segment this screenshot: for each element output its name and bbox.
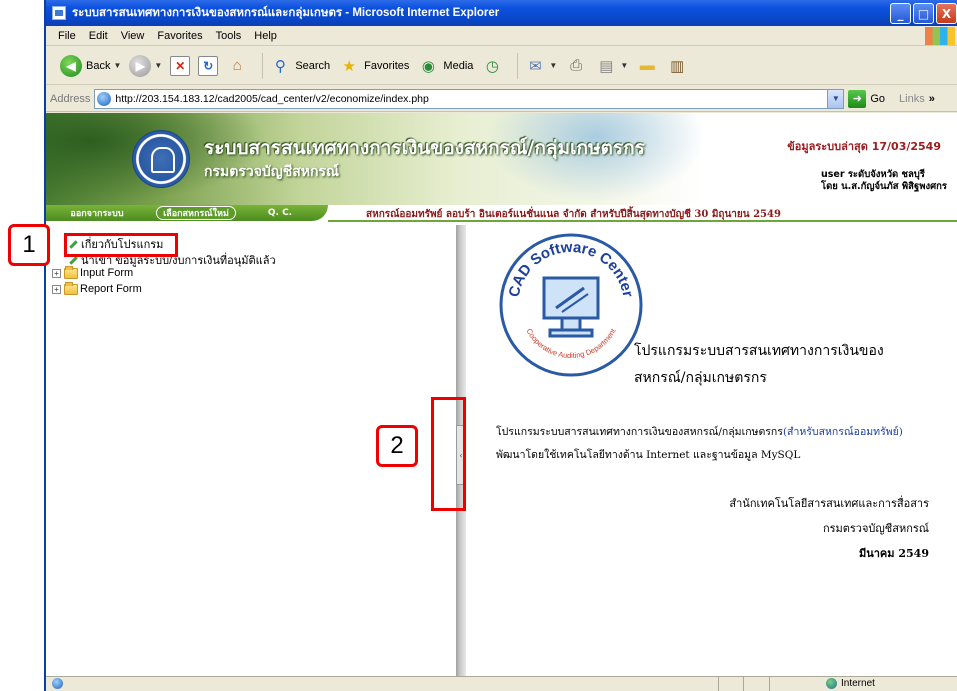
print-icon: ⎙ <box>570 57 583 74</box>
home-icon: ⌂ <box>232 57 242 74</box>
menu-tools[interactable]: Tools <box>216 30 242 42</box>
maximize-button[interactable]: □ <box>913 3 934 24</box>
menu-bar: File Edit View Favorites Tools Help <box>46 26 957 46</box>
refresh-icon: ↻ <box>198 55 219 76</box>
highlight-box-2 <box>431 397 466 511</box>
nav-bar: ออกจากระบบ เลือกสหกรณ์ใหม่ Q. C. สหกรณ์อ… <box>46 205 957 222</box>
org-department: กรมตรวจบัญชีสหกรณ์ <box>822 522 929 535</box>
menu-edit[interactable]: Edit <box>89 30 108 42</box>
search-button[interactable]: ⚲ Search <box>269 55 330 77</box>
forward-arrow-icon: ▶ <box>129 54 152 77</box>
user-info: user ระดับจังหวัด ชลบุรี โดย น.ส.กัญจ์นภ… <box>821 169 947 193</box>
callout-2: 2 <box>376 425 418 467</box>
organization-info: สำนักเทคโนโลยีสารสนเทศและการสื่อสาร กรมต… <box>729 491 929 566</box>
user-level: user ระดับจังหวัด ชลบุรี <box>820 169 925 180</box>
history-icon: ◷ <box>485 57 499 75</box>
toolbar-separator <box>517 52 519 79</box>
back-dropdown-icon[interactable]: ▼ <box>113 61 121 70</box>
refresh-button[interactable]: ↻ <box>198 55 219 76</box>
browser-window: ระบบสารสนเทศทางการเงินของสหกรณ์และกลุ่มเ… <box>44 0 957 691</box>
window-title: ระบบสารสนเทศทางการเงินของสหกรณ์และกลุ่มเ… <box>72 7 500 19</box>
mail-dropdown-icon[interactable]: ▼ <box>549 61 557 70</box>
program-title: โปรแกรมระบบสารสนเทศทางการเงินของ สหกรณ์/… <box>634 343 884 386</box>
site-banner: ระบบสารสนเทศทางการเงินของสหกรณ์/กลุ่มเกษ… <box>46 113 957 205</box>
status-panels <box>718 677 818 691</box>
folder-icon <box>64 281 78 295</box>
folder-icon: ▬ <box>639 57 655 74</box>
media-button[interactable]: ◉ Media <box>417 55 474 77</box>
tab-logout[interactable]: ออกจากระบบ <box>60 206 134 220</box>
links-toolbar[interactable]: Links» <box>899 93 935 105</box>
page-status-icon <box>52 678 63 689</box>
toolbar-separator <box>262 52 264 79</box>
research-button[interactable]: ▥ <box>666 55 688 77</box>
nav-underline <box>328 220 957 222</box>
program-description: โปรแกรมระบบสารสนเทศทางการเงินของสหกรณ์/ก… <box>496 426 903 461</box>
expand-icon[interactable]: + <box>52 284 61 294</box>
standard-toolbar: ◀ Back ▼ ▶ ▼ ✕ ↻ ⌂ ⚲ Search ★ Favorites … <box>46 47 957 85</box>
site-title: ระบบสารสนเทศทางการเงินของสหกรณ์/กลุ่มเกษ… <box>204 137 645 159</box>
research-icon: ▥ <box>670 57 685 75</box>
last-updated: ข้อมูลระบบล่าสุด 17/03/2549 <box>787 140 941 153</box>
menu-favorites[interactable]: Favorites <box>157 30 202 42</box>
close-button[interactable]: X <box>936 3 957 24</box>
discuss-button[interactable]: ▬ <box>636 55 658 77</box>
search-icon: ⚲ <box>274 57 286 75</box>
edit-button[interactable]: ▤ ▼ <box>595 55 628 77</box>
address-label: Address <box>50 92 91 105</box>
security-zone: Internet <box>826 678 875 689</box>
address-input[interactable]: http://203.154.183.12/cad2005/cad_center… <box>94 88 845 109</box>
expand-icon[interactable]: + <box>52 268 61 278</box>
cad-software-center-logo: CAD Software Center Cooperative Auditing… <box>499 233 643 377</box>
org-bureau: สำนักเทคโนโลยีสารสนเทศและการสื่อสาร <box>729 497 929 510</box>
tree-item-report-form[interactable]: + Report Form <box>52 281 142 295</box>
favorites-button[interactable]: ★ Favorites <box>338 55 409 77</box>
folder-icon <box>64 265 78 279</box>
window-controls: _ □ X <box>890 3 957 24</box>
menu-file[interactable]: File <box>58 30 76 42</box>
callout-1: 1 <box>8 224 50 266</box>
star-icon: ★ <box>342 57 356 75</box>
highlight-box-1 <box>64 233 178 257</box>
go-arrow-icon: ➜ <box>848 89 867 108</box>
windows-logo-icon <box>925 27 955 45</box>
edit-dropdown-icon[interactable]: ▼ <box>620 61 628 70</box>
forward-dropdown-icon[interactable]: ▼ <box>154 61 162 70</box>
address-dropdown-icon[interactable]: ▼ <box>827 89 844 108</box>
user-name: โดย น.ส.กัญจ์นภัส พิสิฐพงศกร <box>820 181 947 192</box>
media-icon: ◉ <box>421 57 435 75</box>
edit-icon: ▤ <box>599 57 614 75</box>
menu-help[interactable]: Help <box>254 30 277 42</box>
address-bar: Address http://203.154.183.12/cad2005/ca… <box>46 86 957 112</box>
page-viewport: ระบบสารสนเทศทางการเงินของสหกรณ์/กลุ่มเกษ… <box>46 113 957 676</box>
main-content: CAD Software Center Cooperative Auditing… <box>466 225 957 676</box>
page-icon <box>97 91 112 106</box>
go-button[interactable]: ➜ Go <box>848 89 885 108</box>
tab-select-coop[interactable]: เลือกสหกรณ์ใหม่ <box>156 206 236 220</box>
status-bar: Internet <box>46 676 957 691</box>
address-url: http://203.154.183.12/cad2005/cad_center… <box>115 92 429 105</box>
site-subtitle: กรมตรวจบัญชีสหกรณ์ <box>204 164 339 180</box>
globe-icon <box>826 678 837 689</box>
mail-icon: ✉ <box>529 57 542 75</box>
department-seal-logo <box>132 130 190 188</box>
print-button[interactable]: ⎙ <box>565 55 587 77</box>
tab-qc[interactable]: Q. C. <box>260 206 300 220</box>
history-button[interactable]: ◷ <box>481 55 503 77</box>
stop-icon: ✕ <box>170 55 191 76</box>
org-date: มีนาคม 2549 <box>858 547 929 560</box>
stop-button[interactable]: ✕ <box>170 55 191 76</box>
menu-view[interactable]: View <box>121 30 145 42</box>
back-arrow-icon: ◀ <box>60 54 82 77</box>
back-button[interactable]: ◀ Back ▼ <box>60 54 121 77</box>
title-bar: ระบบสารสนเทศทางการเงินของสหกรณ์และกลุ่มเ… <box>46 0 957 26</box>
mail-button[interactable]: ✉ ▼ <box>524 55 557 77</box>
home-button[interactable]: ⌂ <box>226 55 248 77</box>
links-chevron-icon[interactable]: » <box>929 93 935 105</box>
forward-button[interactable]: ▶ ▼ <box>129 54 162 77</box>
ie-app-icon <box>52 6 66 20</box>
coop-type-highlight: (สำหรับสหกรณ์ออมทรัพย์) <box>782 426 903 438</box>
minimize-button[interactable]: _ <box>890 3 911 24</box>
tree-item-input-form[interactable]: + Input Form <box>52 265 133 279</box>
